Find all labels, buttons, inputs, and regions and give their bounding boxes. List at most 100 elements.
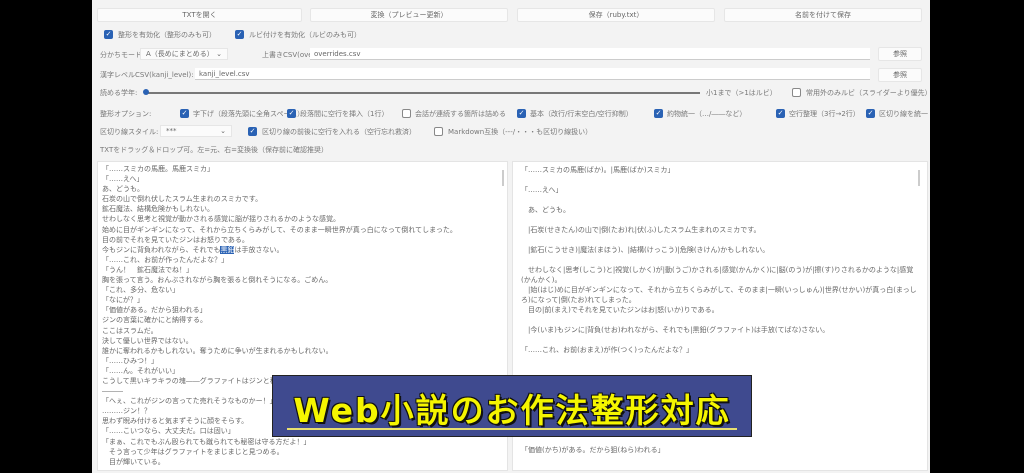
source-line-text: あ、どうも。 — [102, 185, 144, 194]
source-line-text: こうして黒いキラキラの塊――グラファイトはジンと私の秘密 — [102, 376, 298, 385]
option-label: 約物統一（…/――など） — [667, 110, 747, 118]
preview-scrollbar[interactable] — [918, 170, 920, 186]
option-checkbox[interactable]: ✓ — [517, 109, 526, 118]
mode-label: 分かちモード: — [100, 51, 145, 59]
source-line: あ、どうも。 — [102, 184, 503, 194]
save-button[interactable]: 保存（ruby.txt） — [517, 8, 715, 22]
source-line-text: 「まぁ、これでもぶん殴られても蹴られても秘密は守る方だよ！」 — [102, 437, 311, 446]
source-line-text: 「……スミカの馬鹿。馬鹿スミカ」 — [102, 165, 214, 173]
separator-blank-label: 区切り線の前後に空行を入れる（空行忘れ救済） — [262, 128, 416, 136]
grade-value: 小1まで（>1はルビ） — [706, 89, 777, 97]
source-line-text: 今もジンに背負われながら、それでも — [102, 245, 221, 254]
source-line-text: そう言って少年はグラファイトをまじまじと見つめる。 — [102, 447, 284, 456]
source-line-text: 「うん！ 鉱石魔法でね！」 — [102, 265, 193, 274]
preview-line: 「価値(かち)がある。だから狙(ねら)われる」 — [521, 446, 665, 454]
source-line-text: 「価値がある。だから狙われる」 — [102, 306, 207, 315]
preview-line: 「……スミカの馬鹿(ばか)。|馬鹿(ばか)スミカ」 — [521, 166, 675, 174]
source-line-text: 「……こいつなら、大丈夫だ。口は固い」 — [102, 427, 235, 436]
preview-line: せわしなく|思考(しこう)と|視覚(しかく)が|動(うご)かされる|感覚(かんか… — [521, 266, 914, 284]
source-line-text: 「へぇ、これがジンの言ってた売れそうなものかー！」 — [102, 397, 277, 406]
source-line-text: は手放さない。 — [234, 245, 284, 254]
kanji-input[interactable]: kanji_level.csv — [195, 68, 870, 80]
option-checkbox[interactable]: ✓ — [866, 109, 875, 118]
separator-blank-checkbox[interactable]: ✓ — [248, 127, 257, 136]
format-enable-checkbox[interactable]: ✓ — [104, 30, 113, 39]
grade-slider[interactable] — [145, 92, 700, 94]
source-line-text: 「……これ、お前が作ったんだよな？」 — [102, 255, 229, 264]
preview-line: 目の|前(まえ)でそれを見ていたジンはお|怒(いか)りである。 — [521, 306, 719, 314]
source-line: 「……スミカの馬鹿。馬鹿スミカ」 — [102, 164, 503, 174]
caption-text: Web小説のお作法整形対応 — [293, 391, 731, 430]
separator-select[interactable]: *** ⌄ — [160, 125, 232, 137]
source-line: せわしなく思考と視覚が動かされる感覚に脳が揺りされるかのような感覚。 — [102, 214, 503, 224]
option-checkbox[interactable]: ✓ — [287, 109, 296, 118]
ruby-enable-checkbox[interactable]: ✓ — [235, 30, 244, 39]
preview-line: |鉱石(こうせき)|魔法(まほう)、|結構(けっこう)|危険(きけん)かもしれな… — [521, 246, 770, 254]
source-line: 今もジンに背負われながら、それでも黒鉛は手放さない。 — [102, 245, 503, 255]
preview-line: |今(いま)もジンに|背負(せお)われながら、それでも|黒鉛(グラファイト)は手… — [521, 326, 830, 334]
mode-value: A（長めにまとめる） — [146, 50, 214, 58]
source-line: 「なにが？」 — [102, 295, 503, 305]
preview-line: |始(はじ)めに目がギンギンになって、それから立ちくらみがして、そのまま|一瞬(… — [521, 286, 917, 304]
source-line: ジンの言葉に確かにと納得する。 — [102, 315, 503, 325]
option-checkbox[interactable]: ✓ — [776, 109, 785, 118]
chevron-down-icon: ⌄ — [216, 50, 222, 58]
source-line: 「これ、多分、危ない」 — [102, 285, 503, 295]
source-line-text: 鉱石魔法、結構危険かもしれない。 — [102, 205, 214, 214]
option-checkbox[interactable]: ✓ — [180, 109, 189, 118]
caption-banner: Web小説のお作法整形対応 — [272, 375, 752, 437]
preview-line: |石炭(せきたん)の山で|倒(たお)れ|伏(ふ)したスラム生まれのスミカです。 — [521, 226, 761, 234]
source-line-text: 思わず睨み付けると気まずそうに顔をそらす。 — [102, 417, 249, 426]
source-line-text: 始めに目がギンギンになって、それから立ちくらみがして、そのまま一瞬世界が真っ白に… — [102, 225, 457, 234]
source-line: そう言って少年はグラファイトをまじまじと見つめる。 — [102, 447, 503, 457]
source-line-text: ここはスラムだ。 — [102, 326, 158, 335]
source-scrollbar[interactable] — [502, 170, 504, 186]
markdown-checkbox[interactable] — [434, 127, 443, 136]
markdown-label: Markdown互換（---/・・・も区切り線扱い） — [448, 128, 593, 136]
source-line-text: 「……ん。それがいい」 — [102, 366, 179, 375]
convert-button[interactable]: 変換（プレビュー更新） — [310, 8, 508, 22]
option-label: 空行整理（3行→2行） — [789, 110, 860, 118]
override-input[interactable]: overrides.csv — [310, 48, 870, 60]
source-line-text: せわしなく思考と視覚が動かされる感覚に脳が揺りされるかのような感覚。 — [102, 215, 340, 224]
caption-underline — [287, 428, 737, 430]
kanji-browse-button[interactable]: 参照 — [878, 68, 922, 82]
option-checkbox[interactable] — [402, 109, 411, 118]
source-line: ここはスラムだ。 — [102, 326, 503, 336]
jouyou-label: 常用外のみルビ（スライダーより優先） — [806, 89, 932, 97]
kanji-label: 漢字レベルCSV(kanji_level): — [100, 71, 194, 79]
options-label: 整形オプション: — [100, 110, 152, 118]
option-label: 段落間に空行を挿入（1行） — [300, 110, 389, 118]
hint-text: TXTをドラッグ＆ドロップ可。左=元、右=変換後（保存前に確認推奨） — [100, 146, 328, 154]
option-label: 基本（改行/行末空白/空行抑制） — [530, 110, 633, 118]
jouyou-checkbox[interactable] — [792, 88, 801, 97]
source-line: 「……これ、お前が作ったんだよな？」 — [102, 255, 503, 265]
option-label: 会話が連続する箇所は詰める — [415, 110, 506, 118]
source-line: 「うん！ 鉱石魔法でね！」 — [102, 265, 503, 275]
source-line: 「まぁ、これでもぶん殴られても蹴られても秘密は守る方だよ！」 — [102, 437, 503, 447]
source-line: 鉱石魔法、結構危険かもしれない。 — [102, 204, 503, 214]
source-line-text: 決して優しい世界ではない。 — [102, 336, 193, 345]
separator-value: *** — [166, 127, 177, 135]
source-line-text: 「これ、多分、危ない」 — [102, 286, 180, 295]
option-checkbox[interactable]: ✓ — [654, 109, 663, 118]
preview-line: 「……これ、お前(おまえ)が作(つく)ったんだよな？」 — [521, 346, 693, 354]
mode-select[interactable]: A（長めにまとめる） ⌄ — [140, 48, 228, 60]
source-line-text: ――― — [102, 387, 123, 396]
preview-line: 「……えへ」 — [521, 186, 563, 194]
format-enable-label: 整形を有効化（整形のみも可） — [118, 31, 216, 39]
open-txt-button[interactable]: TXTを開く — [97, 8, 302, 22]
override-browse-button[interactable]: 参照 — [878, 47, 922, 61]
source-line-text: 目の前でそれを見ていたジンはお怒りである。 — [102, 235, 249, 244]
grade-slider-handle[interactable] — [143, 89, 149, 95]
source-line: 石炭の山で倒れ伏したスラム生まれのスミカです。 — [102, 194, 503, 204]
source-line: 胸を張って言う。おんぶされながら胸を張ると倒れそうになる。ごめん。 — [102, 275, 503, 285]
separator-label: 区切り線スタイル: — [100, 128, 159, 136]
source-line-text: 「……ひみつ！」 — [102, 356, 158, 365]
preview-line: あ、どうも。 — [521, 206, 570, 214]
source-line: 誰かに奪われるかもしれない。奪うために争いが生まれるかもしれない。 — [102, 346, 503, 356]
source-line-text: ………ジン！？ — [102, 407, 151, 416]
source-line-text: 「なにが？」 — [102, 296, 144, 305]
save-as-button[interactable]: 名前を付けて保存 — [724, 8, 922, 22]
source-line-text: ジンの言葉に確かにと納得する。 — [102, 316, 207, 325]
